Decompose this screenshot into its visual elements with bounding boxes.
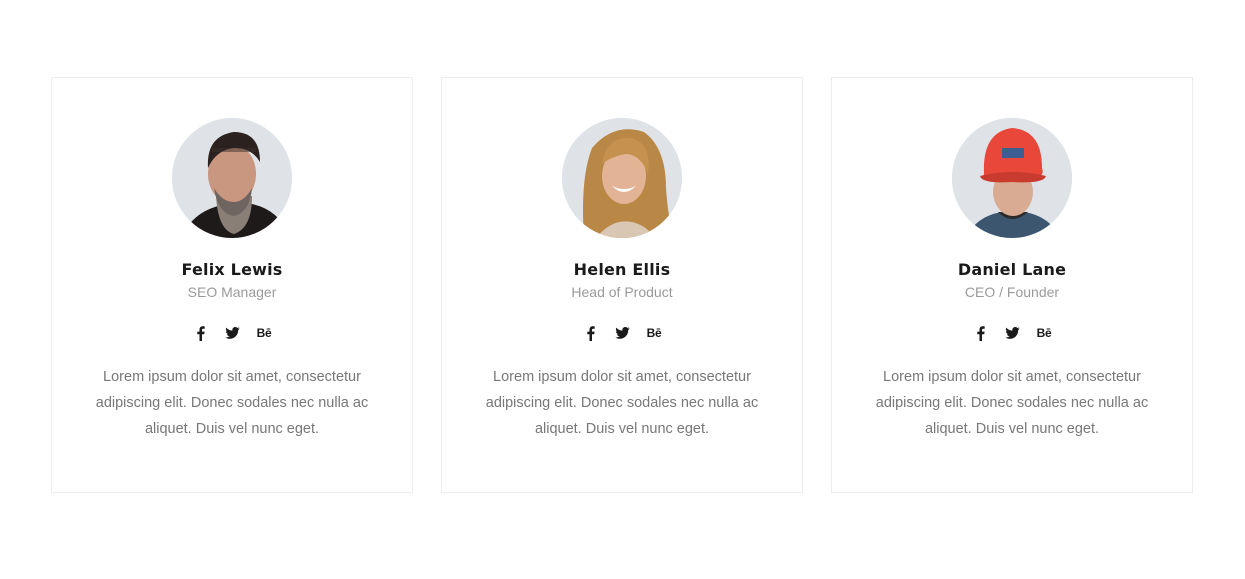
behance-icon[interactable]: Bē	[645, 323, 663, 343]
member-bio: Lorem ipsum dolor sit amet, consectetur …	[875, 369, 1149, 437]
social-links: Bē	[442, 323, 802, 343]
twitter-icon[interactable]	[613, 323, 631, 343]
avatar-photo-woman-blonde	[562, 118, 682, 238]
avatar	[172, 118, 292, 238]
behance-label: Bē	[646, 326, 662, 340]
team-card: Daniel Lane CEO / Founder Bē Lorem ipsum…	[831, 77, 1193, 493]
member-role: SEO Manager	[187, 284, 277, 300]
facebook-icon[interactable]	[191, 323, 209, 343]
social-links: Bē	[832, 323, 1192, 343]
social-links: Bē	[52, 323, 412, 343]
member-bio: Lorem ipsum dolor sit amet, consectetur …	[485, 369, 759, 437]
behance-label: Bē	[256, 326, 272, 340]
facebook-icon[interactable]	[581, 323, 599, 343]
team-grid: Felix Lewis SEO Manager Bē Lorem ipsum d…	[51, 77, 1194, 493]
member-role: CEO / Founder	[964, 284, 1060, 300]
behance-icon[interactable]: Bē	[255, 323, 273, 343]
team-card: Helen Ellis Head of Product Bē Lorem ips…	[441, 77, 803, 493]
member-role: Head of Product	[571, 284, 673, 300]
team-card: Felix Lewis SEO Manager Bē Lorem ipsum d…	[51, 77, 413, 493]
member-name: Helen Ellis	[573, 260, 671, 279]
avatar	[562, 118, 682, 238]
facebook-icon[interactable]	[971, 323, 989, 343]
behance-label: Bē	[1036, 326, 1052, 340]
avatar	[952, 118, 1072, 238]
member-name: Daniel Lane	[957, 260, 1067, 279]
member-name: Felix Lewis	[181, 260, 283, 279]
member-bio: Lorem ipsum dolor sit amet, consectetur …	[95, 369, 369, 437]
behance-icon[interactable]: Bē	[1035, 323, 1053, 343]
twitter-icon[interactable]	[223, 323, 241, 343]
avatar-photo-man-beard	[172, 118, 292, 238]
twitter-icon[interactable]	[1003, 323, 1021, 343]
avatar-photo-man-red-cap	[952, 118, 1072, 238]
